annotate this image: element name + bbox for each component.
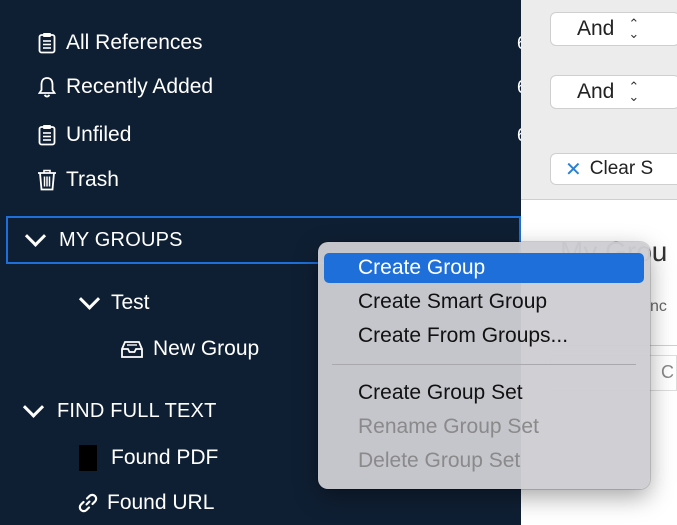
clipboard-icon [36,122,58,148]
chevron-down-icon[interactable] [24,225,47,247]
chevron-down-icon[interactable] [78,288,101,310]
link-icon [77,490,99,516]
sidebar-item-all-references[interactable]: All References 6 [0,25,557,61]
boolean-operator-stepper[interactable]: And ⌃ ⌄ [550,12,677,46]
bell-icon [36,74,58,100]
menu-item-rename-group-set[interactable]: Rename Group Set [324,412,644,442]
clipboard-icon [36,30,58,56]
close-icon: ✕ [565,158,582,181]
pdf-icon [79,445,97,471]
section-label: FIND FULL TEXT [57,399,217,422]
sidebar-item-found-url[interactable]: Found URL 1 [0,485,598,521]
clear-button-label: Clear S [589,158,654,179]
divider [521,199,677,200]
description-text: nc [650,298,667,315]
inbox-tray-icon [119,336,145,362]
up-down-arrows-icon[interactable]: ⌃ ⌄ [628,80,639,103]
sidebar-item-label: Recently Added [66,75,214,98]
stepper-value: And [577,17,615,40]
context-menu: Create Group Create Smart Group Create F… [318,242,650,489]
menu-item-create-group[interactable]: Create Group [324,253,644,283]
search-criteria-area: And ⌃ ⌄ And ⌃ ⌄ ✕ Clear S [521,0,677,200]
trash-icon [36,167,58,193]
menu-item-create-smart-group[interactable]: Create Smart Group [324,287,644,317]
sidebar-item-label: Trash [66,168,119,191]
chevron-down-icon[interactable] [22,396,45,418]
clear-search-button[interactable]: ✕ Clear S [550,153,677,185]
sidebar-item-unfiled[interactable]: Unfiled 6 [0,117,557,153]
menu-item-delete-group-set[interactable]: Delete Group Set [324,446,644,476]
field-text: C [661,362,674,382]
sidebar-item-recently-added[interactable]: Recently Added 6 [0,69,557,105]
sidebar-item-label: All References [66,31,203,54]
menu-item-create-from-groups[interactable]: Create From Groups... [324,321,644,351]
section-label: MY GROUPS [59,228,183,251]
menu-separator [332,364,636,365]
sidebar-item-trash[interactable]: Trash [0,162,557,198]
sidebar-item-label: Unfiled [66,123,132,146]
boolean-operator-stepper[interactable]: And ⌃ ⌄ [550,75,677,109]
up-down-arrows-icon[interactable]: ⌃ ⌄ [628,17,639,40]
stepper-value: And [577,80,615,103]
menu-item-create-group-set[interactable]: Create Group Set [324,378,644,408]
